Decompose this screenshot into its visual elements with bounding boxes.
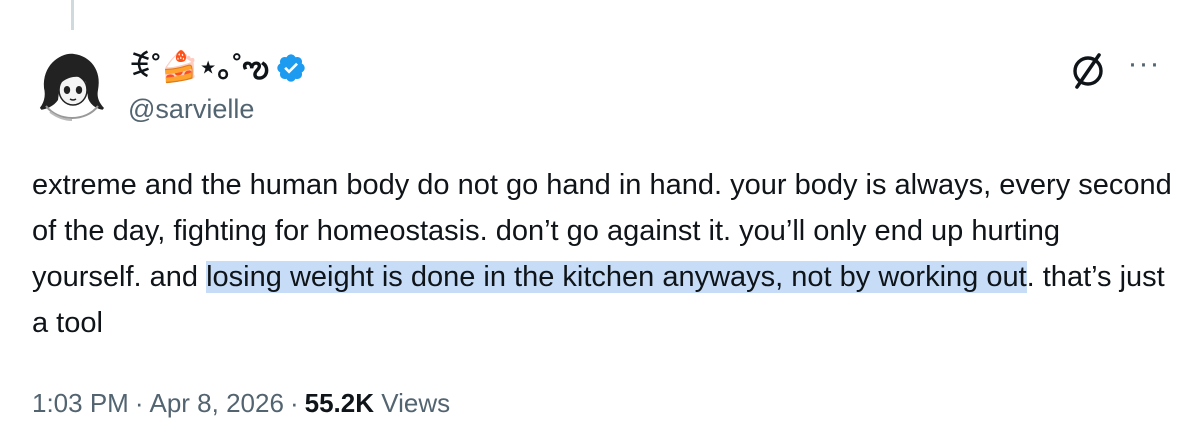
views-label[interactable]: Views: [381, 388, 450, 418]
thread-connector-line: [71, 0, 74, 30]
tweet-time[interactable]: 1:03 PM: [32, 388, 129, 418]
meta-separator: ·: [289, 388, 299, 418]
tweet-metadata: 1:03 PM · Apr 8, 2026 · 55.2K Views: [32, 385, 450, 421]
anime-girl-avatar-icon: [32, 44, 112, 124]
author-handle[interactable]: @sarvielle: [128, 92, 254, 126]
tweet-text: extreme and the human body do not go han…: [32, 162, 1172, 346]
avatar[interactable]: [32, 44, 112, 124]
views-count[interactable]: 55.2K: [305, 388, 374, 418]
more-options-icon[interactable]: ···: [1124, 49, 1164, 82]
meta-separator: ·: [134, 388, 144, 418]
tweet-text-selected: losing weight is done in the kitchen any…: [206, 261, 1027, 293]
verified-badge-icon[interactable]: [275, 52, 307, 84]
author-display-name-row[interactable]: ꉂ˚🍰⋆｡˚ఌ: [128, 48, 307, 88]
author-display-name[interactable]: ꉂ˚🍰⋆｡˚ఌ: [128, 48, 269, 88]
tweet-date[interactable]: Apr 8, 2026: [150, 388, 284, 418]
grok-icon[interactable]: [1068, 50, 1108, 90]
